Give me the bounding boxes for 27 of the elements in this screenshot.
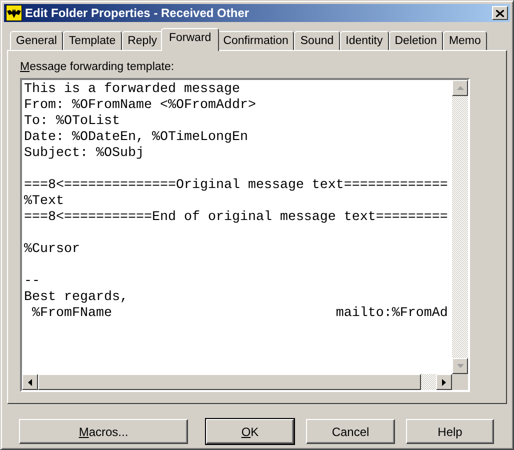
bat-icon xyxy=(6,5,22,21)
window-title: Edit Folder Properties - Received Other xyxy=(25,6,250,20)
tab[interactable]: Forward xyxy=(161,28,220,51)
close-button[interactable] xyxy=(492,6,508,20)
tab[interactable]: Deletion xyxy=(388,31,443,50)
template-editor[interactable] xyxy=(20,78,470,392)
close-icon xyxy=(496,10,504,16)
down-arrow-icon xyxy=(456,364,464,368)
dialog-button[interactable]: Help xyxy=(406,419,494,444)
dialog-button[interactable]: Macros... xyxy=(19,419,188,444)
tab[interactable]: Reply xyxy=(122,31,163,50)
tab[interactable]: General xyxy=(10,31,63,50)
right-arrow-icon xyxy=(442,378,446,386)
tab[interactable]: Sound xyxy=(294,31,340,50)
template-text: This is a forwarded message From: %OFromName <%OFromAddr> To: %OToList Date: %ODateEn, %OTimeLongEn Subject: %OSubj ===8<==============Original message text============= %Text ===8<===========End of original message text========= %Cursor -- Best regards, %FromFName mailto:%FromAd xyxy=(24,82,448,322)
tab[interactable]: Template xyxy=(62,31,122,50)
vertical-scrollbar[interactable] xyxy=(452,80,468,374)
scrollbar-corner xyxy=(452,374,468,390)
field-label: Message forwarding template: xyxy=(20,61,176,75)
tab[interactable]: Identity xyxy=(340,31,389,50)
scroll-track xyxy=(421,374,436,390)
left-arrow-icon xyxy=(28,378,32,386)
dialog-button[interactable]: Cancel xyxy=(306,419,395,444)
dialog-button[interactable]: OK xyxy=(206,419,294,444)
up-arrow-icon xyxy=(456,86,464,90)
tab[interactable]: Confirmation xyxy=(217,31,294,50)
tab[interactable]: Memo xyxy=(442,31,487,50)
